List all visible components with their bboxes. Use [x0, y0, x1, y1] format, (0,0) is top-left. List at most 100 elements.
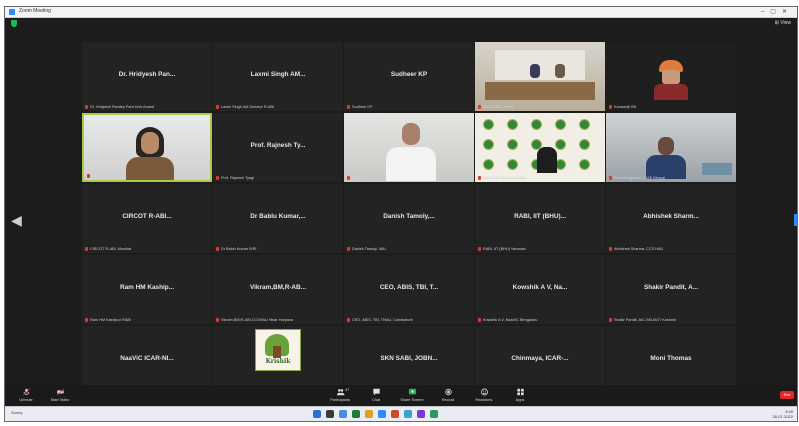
participant-display-name: Chinmaya, ICAR-...	[511, 355, 569, 362]
next-page-indicator[interactable]	[794, 214, 797, 226]
participant-name-label: SAU RABI Rajendranagar	[478, 176, 527, 180]
participant-tile[interactable]: Danish Tamoly,... Danish Tamoly, IIAU	[344, 184, 474, 253]
apps-icon	[505, 388, 535, 396]
participant-display-name: CIRCOT R-ABI...	[122, 213, 172, 220]
taskbar-app-icon[interactable]	[313, 410, 321, 418]
view-label: View	[780, 20, 791, 26]
toolbar-button-label: Apps	[515, 398, 525, 402]
participant-label-text: Sudheer KP	[352, 105, 373, 109]
participant-tile[interactable]: AAU RABI, Jorhat	[475, 42, 605, 111]
chat-button[interactable]: Chat	[361, 388, 391, 402]
participant-tile[interactable]: RABI, IIT (BHU)... RABI, IIT (BHU) Varana…	[475, 184, 605, 253]
participant-tile[interactable]: CEO, ABIS, TBI, T... CEO, ABIS, TBI, TNAU…	[344, 255, 474, 324]
participant-label-text: Abhishek Sharma, CCS HAU	[614, 247, 664, 251]
participant-label-text: Danish Tamoly, IIAU	[352, 247, 387, 251]
title-bar: Zoom Meeting –▢✕	[5, 7, 797, 18]
participant-display-name: CEO, ABIS, TBI, T...	[379, 284, 439, 291]
participant-name-label: Prof. Rajnesh Tyagi	[216, 176, 254, 180]
toolbar-button-label: Chat	[371, 398, 381, 402]
participant-tile[interactable]: Dinesh	[344, 113, 474, 182]
participant-name-label: Abhishek Sharma, CCS HAU	[609, 247, 663, 251]
taskbar-app-icon[interactable]	[339, 410, 347, 418]
muted-mic-icon	[87, 174, 90, 178]
participant-video	[606, 113, 736, 182]
toolbar-button-label: Start Video	[50, 398, 70, 402]
taskbar-app-icon[interactable]	[352, 410, 360, 418]
participant-label-text: Prof. Rajnesh Tyagi	[221, 176, 255, 180]
participant-display-name: Moni Thomas	[650, 355, 692, 362]
window-controls[interactable]: –▢✕	[761, 8, 793, 15]
participant-label-text: Dr. Hridyesh Pandey Pant Univ Anand	[90, 105, 155, 109]
participant-label-text: CEO, ABIS, TBI, TNAU, Coimbatore	[352, 318, 413, 322]
participant-tile[interactable]: SAU RABI Rajendranagar	[475, 113, 605, 182]
reactions-button[interactable]: Reactions	[469, 388, 499, 402]
participant-name-label: AAU RABI, Jorhat	[478, 105, 513, 109]
system-tray[interactable]: 3:45 26-07-2022	[773, 409, 793, 419]
participant-display-name: Prof. Rajnesh Ty...	[250, 142, 306, 149]
participant-tile[interactable]: Kanwarjit Gill	[606, 42, 736, 111]
apps-button[interactable]: Apps	[505, 388, 535, 402]
participant-tile[interactable]: Rakshit Agarwal, CIAE Bhopal	[606, 113, 736, 182]
end-meeting-button[interactable]: End	[780, 391, 794, 399]
muted-mic-icon	[609, 105, 612, 109]
security-shield-icon[interactable]	[11, 20, 17, 27]
muted-mic-icon	[609, 176, 612, 180]
participant-tile[interactable]: Prof. Rajnesh Ty... Prof. Rajnesh Tyagi	[213, 113, 343, 182]
previous-page-arrow-icon[interactable]: ◀	[11, 212, 22, 229]
participant-label-text: AAU RABI, Jorhat	[483, 105, 514, 109]
participant-tile[interactable]: Dr Bablu Kumar,... Dr Bablu Kumar IVRI	[213, 184, 343, 253]
participant-name-label: Dr. Hridyesh Pandey Pant Univ Anand	[85, 105, 154, 109]
taskbar-app-icon[interactable]	[391, 410, 399, 418]
microphone-muted-button[interactable]: Unmute	[11, 388, 41, 402]
taskbar-app-icon[interactable]	[404, 410, 412, 418]
participant-label-text: Shakir Pandit, AIC-SKUAST Kashmir	[614, 318, 677, 322]
participant-tile[interactable]: Shakir Pandit, A... Shakir Pandit, AIC-SK…	[606, 255, 736, 324]
video-camera-off-button[interactable]: Start Video	[45, 388, 75, 402]
toolbar-button-label: Unmute	[19, 398, 33, 402]
participant-name-label: Kanwarjit Gill	[609, 105, 636, 109]
windows-taskbar: Sunny 3:45 26-07-2022	[5, 406, 797, 421]
weather-widget[interactable]: Sunny	[11, 410, 22, 415]
participant-display-name: Vikram,BM,R-AB...	[250, 284, 306, 291]
participant-video	[475, 113, 605, 182]
participant-tile[interactable]: Kowshik A V, Na... Kowshik A V, NaaVIC Be…	[475, 255, 605, 324]
share-screen-button[interactable]: Share Screen	[397, 388, 427, 402]
muted-mic-icon	[216, 318, 219, 322]
taskbar-app-icon[interactable]	[417, 410, 425, 418]
participant-tile[interactable]: CIRCOT R-ABI... CIRCOT R-ABI, Mumbai	[82, 184, 212, 253]
participant-label-text: Dr. Rajeswari Nayak	[92, 174, 127, 178]
participant-tile[interactable]: Laxmi Singh AM... Laxmi Singh AM Director…	[213, 42, 343, 111]
taskbar-app-icon[interactable]	[326, 410, 334, 418]
participant-display-name: Dr Bablu Kumar,...	[250, 213, 306, 220]
taskbar-app-icon[interactable]	[365, 410, 373, 418]
muted-mic-icon	[478, 105, 481, 109]
participant-tile[interactable]: Abhishek Sharm... Abhishek Sharma, CCS HA…	[606, 184, 736, 253]
participant-name-label: Dr. Rajeswari Nayak	[87, 174, 126, 178]
muted-mic-icon	[478, 318, 481, 322]
participant-tile[interactable]: Vikram,BM,R-AB... Vikram,BM,R-ABI,CCSHAU …	[213, 255, 343, 324]
participant-tile[interactable]: Ram HM Kaship... Ram HM Kashipur RABI	[82, 255, 212, 324]
toolbar-button-label: Participants	[330, 398, 350, 402]
participant-display-name: Laxmi Singh AM...	[250, 71, 306, 78]
taskbar-app-icon[interactable]	[378, 410, 386, 418]
record-icon	[433, 388, 463, 396]
participant-label-text: Ram HM Kashipur RABI	[90, 318, 131, 322]
participant-tile[interactable]: Dr. Hridyesh Pan... Dr. Hridyesh Pandey P…	[82, 42, 212, 111]
view-button[interactable]: ⊞ View	[775, 20, 791, 26]
participant-display-name: NaaViC ICAR-NI...	[120, 355, 174, 362]
participant-display-name: RABI, IIT (BHU)...	[514, 213, 566, 220]
participant-tile[interactable]: Dr. Rajeswari Nayak	[82, 113, 212, 182]
video-camera-off-icon	[45, 388, 75, 396]
participant-tile[interactable]: Sudheer KP Sudheer KP	[344, 42, 474, 111]
participant-label-text: RABI, IIT (BHU) Varanasi	[483, 247, 526, 251]
taskbar-app-icon[interactable]	[430, 410, 438, 418]
chat-icon	[361, 388, 391, 396]
participants-button[interactable]: 47 Participants	[325, 388, 355, 402]
muted-mic-icon	[347, 105, 350, 109]
record-button[interactable]: Record	[433, 388, 463, 402]
participant-label-text: SAU RABI Rajendranagar	[483, 176, 527, 180]
muted-mic-icon	[478, 176, 481, 180]
participant-display-name: Abhishek Sharm...	[643, 213, 699, 220]
participant-name-label: Ram HM Kashipur RABI	[85, 318, 131, 322]
participant-name-label: Vikram,BM,R-ABI,CCSHAU Hisar Haryana	[216, 318, 293, 322]
